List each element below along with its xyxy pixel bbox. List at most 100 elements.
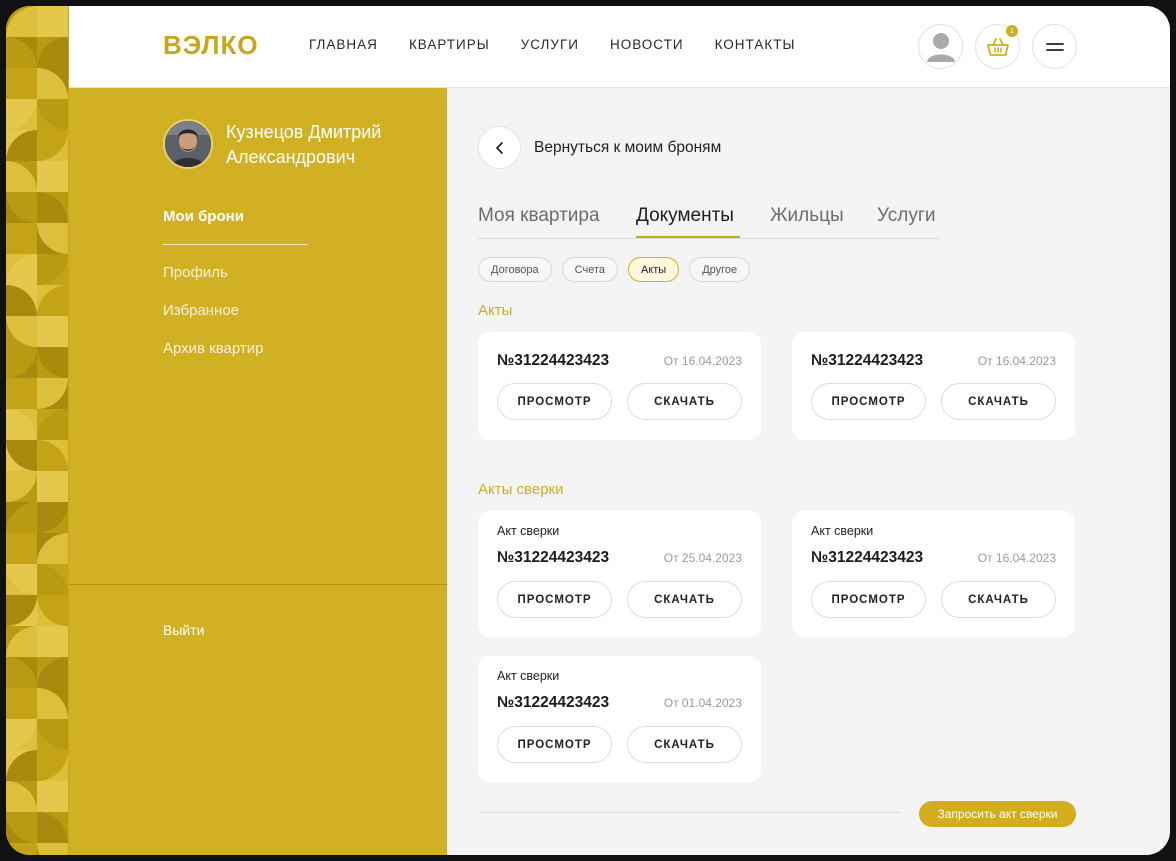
chip-invoices[interactable]: Счета: [561, 257, 618, 282]
pattern-tile: [37, 6, 68, 37]
account-sidebar: Кузнецов Дмитрий Александрович Мои брони…: [69, 88, 447, 855]
document-card: Акт сверки №31224423423 От 16.04.2023 ПР…: [792, 511, 1075, 637]
nav-item-home[interactable]: ГЛАВНАЯ: [309, 37, 378, 52]
pattern-tile: [6, 223, 37, 254]
pattern-tile: [6, 440, 37, 471]
pattern-tile: [6, 564, 37, 595]
download-button[interactable]: СКАЧАТЬ: [627, 726, 742, 763]
sidebar-item-bookings[interactable]: Мои брони: [163, 208, 244, 225]
document-date: От 01.04.2023: [663, 696, 742, 710]
pattern-tile: [37, 471, 68, 502]
chip-other[interactable]: Другое: [689, 257, 751, 282]
view-button[interactable]: ПРОСМОТР: [811, 383, 926, 420]
pattern-tile: [37, 378, 68, 409]
pattern-tile: [37, 316, 68, 347]
document-caption: Акт сверки: [811, 524, 874, 538]
logo[interactable]: ВЭЛКО: [163, 30, 259, 61]
pattern-tile: [6, 781, 37, 812]
request-reconciliation-button[interactable]: Запросить акт сверки: [919, 801, 1076, 827]
document-date: От 16.04.2023: [977, 354, 1056, 368]
basket-icon: [986, 37, 1009, 56]
nav-item-apartments[interactable]: КВАРТИРЫ: [409, 37, 490, 52]
section-title-reconciliation: Акты сверки: [478, 481, 564, 498]
document-number: №31224423423: [497, 694, 610, 711]
pattern-tile: [6, 409, 37, 440]
nav-item-contacts[interactable]: КОНТАКТЫ: [715, 37, 796, 52]
view-button[interactable]: ПРОСМОТР: [811, 581, 926, 618]
pattern-tile: [37, 285, 68, 316]
view-button[interactable]: ПРОСМОТР: [497, 383, 612, 420]
document-card: №31224423423 От 16.04.2023 ПРОСМОТР СКАЧ…: [792, 332, 1075, 440]
sidebar-item-archive[interactable]: Архив квартир: [163, 340, 264, 357]
pattern-tile: [37, 254, 68, 285]
decorative-pattern: [6, 6, 69, 855]
pattern-tile: [37, 564, 68, 595]
pattern-tile: [6, 130, 37, 161]
menu-icon: [1045, 42, 1064, 51]
profile-button[interactable]: [918, 24, 963, 69]
sidebar-item-profile[interactable]: Профиль: [163, 264, 228, 281]
pattern-tile: [37, 99, 68, 130]
pattern-tile: [37, 440, 68, 471]
pattern-tile: [6, 626, 37, 657]
pattern-tile: [6, 471, 37, 502]
download-button[interactable]: СКАЧАТЬ: [627, 383, 742, 420]
avatar: [163, 119, 213, 169]
pattern-tile: [6, 347, 37, 378]
app-window: ВЭЛКО ГЛАВНАЯ КВАРТИРЫ УСЛУГИ НОВОСТИ КО…: [6, 6, 1170, 855]
back-link[interactable]: Вернуться к моим броням: [534, 139, 721, 157]
download-button[interactable]: СКАЧАТЬ: [627, 581, 742, 618]
main-nav: ГЛАВНАЯ КВАРТИРЫ УСЛУГИ НОВОСТИ КОНТАКТЫ: [309, 37, 795, 52]
back-button[interactable]: [478, 126, 521, 169]
pattern-tile: [37, 533, 68, 564]
view-button[interactable]: ПРОСМОТР: [497, 726, 612, 763]
document-date: От 16.04.2023: [663, 354, 742, 368]
sidebar-bottom-divider: [69, 584, 447, 585]
pattern-tile: [6, 192, 37, 223]
pattern-tile: [6, 688, 37, 719]
document-card: Акт сверки №31224423423 От 25.04.2023 ПР…: [478, 511, 761, 637]
pattern-tile: [37, 192, 68, 223]
tab-services[interactable]: Услуги: [877, 205, 935, 227]
pattern-tile: [37, 130, 68, 161]
download-button[interactable]: СКАЧАТЬ: [941, 581, 1056, 618]
header: ВЭЛКО ГЛАВНАЯ КВАРТИРЫ УСЛУГИ НОВОСТИ КО…: [69, 6, 1170, 88]
tab-documents[interactable]: Документы: [636, 205, 734, 227]
sidebar-divider: [163, 244, 308, 245]
active-tab-indicator: [636, 236, 740, 238]
cart-button[interactable]: 1: [975, 24, 1020, 69]
nav-item-services[interactable]: УСЛУГИ: [521, 37, 579, 52]
document-date: От 25.04.2023: [663, 551, 742, 565]
pattern-tile: [37, 626, 68, 657]
pattern-tile: [37, 688, 68, 719]
pattern-tile: [6, 657, 37, 688]
pattern-tile: [37, 502, 68, 533]
section-title-acts: Акты: [478, 302, 513, 319]
pattern-tile: [6, 719, 37, 750]
logout-link[interactable]: Выйти: [163, 622, 204, 638]
chip-contracts[interactable]: Договора: [478, 257, 552, 282]
pattern-tile: [6, 595, 37, 626]
document-number: №31224423423: [497, 549, 610, 566]
tab-apartment[interactable]: Моя квартира: [478, 205, 600, 227]
document-date: От 16.04.2023: [977, 551, 1056, 565]
download-button[interactable]: СКАЧАТЬ: [941, 383, 1056, 420]
sidebar-item-favorites[interactable]: Избранное: [163, 302, 239, 319]
pattern-tile: [37, 68, 68, 99]
nav-item-news[interactable]: НОВОСТИ: [610, 37, 684, 52]
pattern-tile: [6, 533, 37, 564]
menu-button[interactable]: [1032, 24, 1077, 69]
main-content: Вернуться к моим броням Моя квартира Док…: [447, 88, 1170, 855]
pattern-tile: [6, 161, 37, 192]
document-card: Акт сверки №31224423423 От 01.04.2023 ПР…: [478, 656, 761, 782]
pattern-tile: [37, 843, 68, 855]
pattern-tile: [37, 347, 68, 378]
footer-divider: [478, 812, 901, 813]
document-card: №31224423423 От 16.04.2023 ПРОСМОТР СКАЧ…: [478, 332, 761, 440]
pattern-tile: [37, 657, 68, 688]
tab-residents[interactable]: Жильцы: [770, 205, 844, 227]
chip-acts[interactable]: Акты: [628, 257, 680, 282]
view-button[interactable]: ПРОСМОТР: [497, 581, 612, 618]
tabs: Моя квартира Документы Жильцы Услуги: [478, 200, 939, 239]
pattern-tile: [6, 812, 37, 843]
